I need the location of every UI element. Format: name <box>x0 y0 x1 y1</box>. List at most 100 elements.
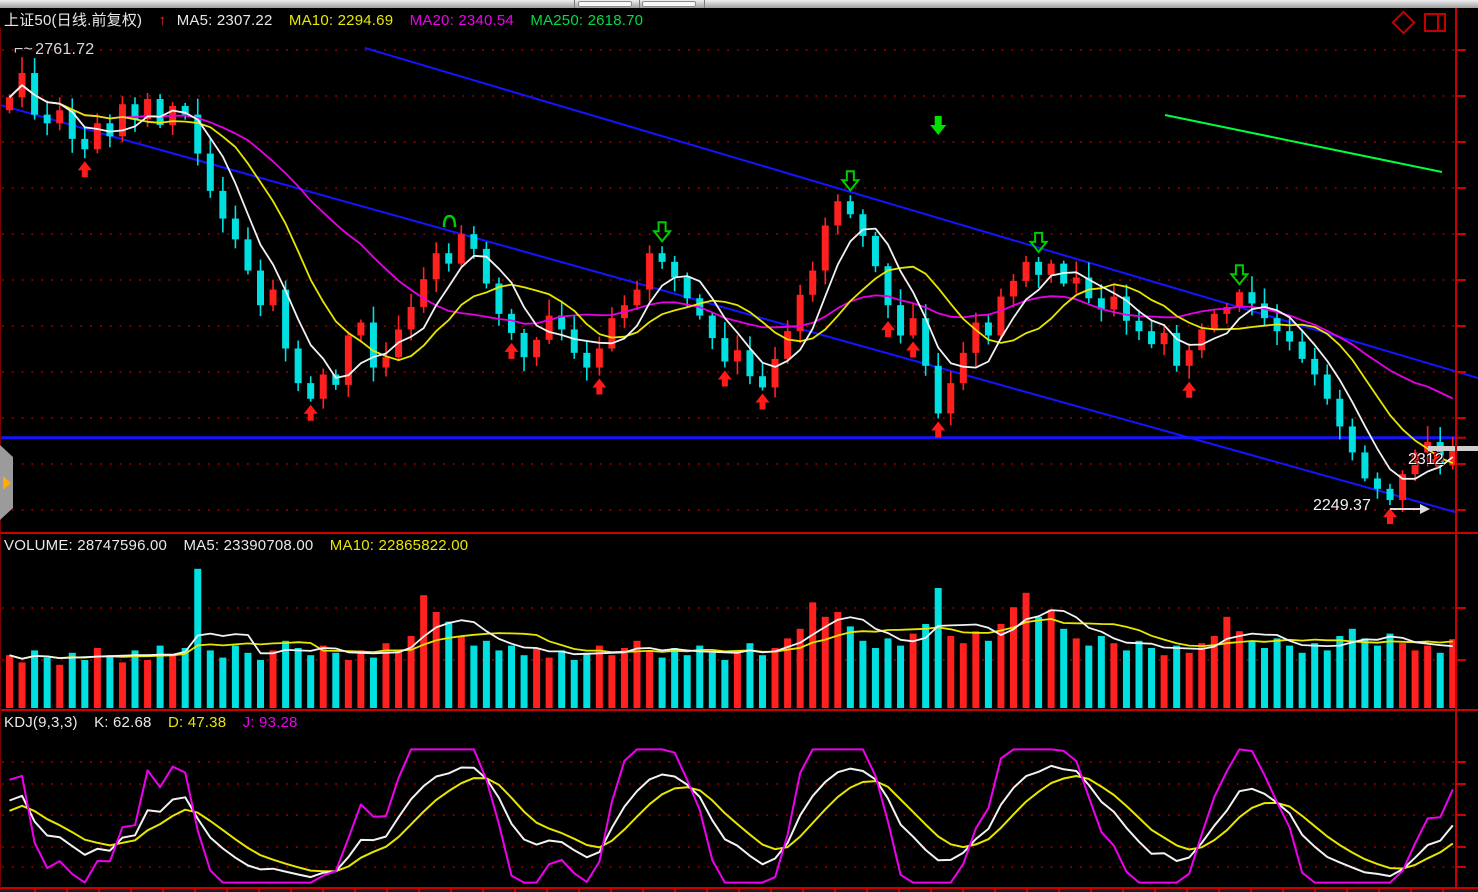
kdj-j-readout: J: 93.28 <box>243 714 298 731</box>
buy-arrow-icon <box>592 379 606 395</box>
candle <box>947 383 954 413</box>
candle <box>1286 331 1293 341</box>
period-low-label: 2249.37 <box>1313 497 1371 515</box>
volume-bar <box>295 648 302 708</box>
candle <box>997 297 1004 336</box>
channel-upper <box>365 48 1478 378</box>
volume-bar <box>1248 641 1255 708</box>
candle <box>1349 426 1356 452</box>
volume-bar <box>746 643 753 708</box>
volume-bar <box>1060 629 1067 708</box>
sidebar-expand-handle[interactable] <box>0 445 13 520</box>
candle <box>897 305 904 335</box>
volume-bar <box>357 650 364 708</box>
kdj-title: KDJ(9,3,3) <box>4 714 78 731</box>
volume-bar <box>1412 650 1419 708</box>
candle <box>1261 303 1268 318</box>
kdj-lines <box>10 749 1453 882</box>
volume-bars <box>6 569 1456 708</box>
ma20-line <box>10 85 1453 398</box>
candle <box>596 348 603 367</box>
volume-bar <box>721 660 728 708</box>
volume-bar <box>1136 641 1143 708</box>
volume-bar <box>345 660 352 708</box>
volume-bar <box>495 650 502 708</box>
volume-bar <box>1035 617 1042 708</box>
volume-bar <box>31 650 38 708</box>
volume-bar <box>659 658 666 708</box>
candle <box>910 318 917 335</box>
volume-bar <box>470 646 477 708</box>
candle <box>232 219 239 240</box>
candle <box>847 201 854 214</box>
candle <box>470 234 477 249</box>
kdj-j-line <box>10 749 1453 882</box>
candle <box>1211 314 1218 330</box>
candle <box>1073 277 1080 283</box>
volume-bar <box>106 655 113 708</box>
ma250-segment <box>1165 115 1442 172</box>
volume-bar <box>558 650 565 708</box>
last-price-label: 2312 <box>1408 451 1444 469</box>
volume-bar <box>420 595 427 708</box>
candle <box>1148 331 1155 344</box>
volume-bar <box>1424 646 1431 708</box>
candle <box>508 314 515 333</box>
trendlines <box>0 48 1478 512</box>
kdj-k-readout: K: 62.68 <box>94 714 151 731</box>
candle <box>1161 333 1168 344</box>
candle <box>1136 321 1143 331</box>
candle <box>521 333 528 357</box>
volume-bar <box>734 650 741 708</box>
channel-lower <box>0 105 1455 512</box>
candle <box>307 383 314 399</box>
candle <box>809 271 816 295</box>
volume-bar <box>207 650 214 708</box>
volume-bar <box>822 617 829 708</box>
ma5-readout: MA5: 2307.22 <box>177 12 273 29</box>
volume-bar <box>144 660 151 708</box>
volume-bar <box>834 612 841 708</box>
buy-arrow-icon <box>505 343 519 359</box>
volume-bar <box>1085 646 1092 708</box>
candle <box>483 249 490 284</box>
volume-bar <box>935 588 942 708</box>
price-chart-canvas[interactable] <box>0 0 1478 892</box>
candle <box>420 279 427 307</box>
restore-window-icon[interactable] <box>1424 13 1446 32</box>
high-value: 2761.72 <box>35 41 94 58</box>
volume-bar <box>847 626 854 708</box>
candle <box>671 262 678 278</box>
volume-bar <box>182 648 189 708</box>
volume-bar <box>232 646 239 708</box>
candle <box>458 234 465 263</box>
candle <box>207 154 214 191</box>
candle <box>784 331 791 359</box>
volume-pane-header: VOLUME: 28747596.00 MA5: 23390708.00 MA1… <box>4 537 480 554</box>
ma250-readout: MA250: 2618.70 <box>530 12 643 29</box>
candle <box>1110 297 1117 310</box>
volume-bar <box>583 653 590 708</box>
candle <box>1248 292 1255 303</box>
volume-bar <box>1073 638 1080 708</box>
candle <box>257 271 264 306</box>
volume-bar <box>1286 646 1293 708</box>
buy-arrow-icon <box>931 421 945 437</box>
volume-bar <box>910 634 917 708</box>
main-chart-header: 上证50(日线.前复权) ↑ MA5: 2307.22 MA10: 2294.6… <box>4 9 655 30</box>
candle <box>445 253 452 263</box>
candle <box>1198 329 1205 350</box>
candle <box>571 329 578 352</box>
candle <box>985 323 992 336</box>
volume-bar <box>244 653 251 708</box>
volume-bar <box>1311 643 1318 708</box>
volume-bar <box>621 648 628 708</box>
volume-bar <box>6 655 13 708</box>
candle <box>56 110 63 123</box>
volume-bar <box>521 655 528 708</box>
volume-bar <box>1324 650 1331 708</box>
candle <box>1010 281 1017 297</box>
volume-bar <box>1173 646 1180 708</box>
volume-bar <box>1198 643 1205 708</box>
hook-marker-icon <box>444 216 455 227</box>
